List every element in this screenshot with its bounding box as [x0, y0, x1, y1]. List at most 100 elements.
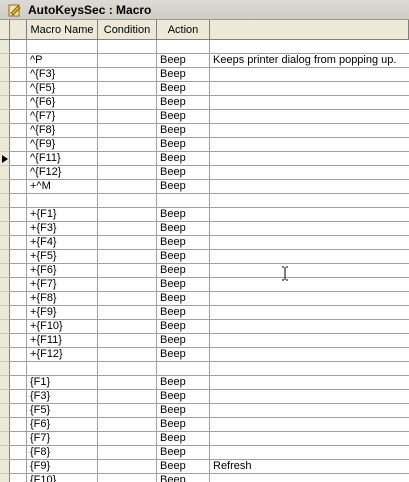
macro-row[interactable]: +{F1} Beep	[0, 208, 409, 222]
row-selector[interactable]	[0, 110, 10, 124]
action-cell[interactable]: Beep	[157, 334, 210, 348]
action-cell[interactable]: Beep	[157, 54, 210, 68]
action-cell[interactable]: Beep	[157, 432, 210, 446]
comment-cell[interactable]	[210, 432, 409, 446]
comment-cell[interactable]	[210, 306, 409, 320]
comment-cell[interactable]	[210, 96, 409, 110]
row-selector[interactable]	[0, 320, 10, 334]
row-selector[interactable]	[0, 166, 10, 180]
comment-cell[interactable]	[210, 278, 409, 292]
macro-row[interactable]: +{F5} Beep	[0, 250, 409, 264]
condition-cell[interactable]	[98, 68, 157, 82]
row-selector[interactable]	[0, 376, 10, 390]
comment-cell[interactable]	[210, 180, 409, 194]
comment-cell[interactable]	[210, 474, 409, 482]
row-selector[interactable]	[0, 180, 10, 194]
comment-cell[interactable]	[210, 250, 409, 264]
comment-cell[interactable]	[210, 68, 409, 82]
condition-cell[interactable]	[98, 390, 157, 404]
macro-row[interactable]: {F5} Beep	[0, 404, 409, 418]
macro-name-cell[interactable]: {F1}	[27, 376, 98, 390]
column-header-comment[interactable]	[210, 20, 409, 40]
row-selector[interactable]	[0, 152, 10, 166]
comment-cell[interactable]	[210, 292, 409, 306]
row-selector[interactable]	[0, 474, 10, 482]
comment-cell[interactable]	[210, 40, 409, 54]
action-cell[interactable]: Beep	[157, 250, 210, 264]
comment-cell[interactable]	[210, 124, 409, 138]
action-cell[interactable]: Beep	[157, 418, 210, 432]
condition-cell[interactable]	[98, 474, 157, 482]
comment-cell[interactable]	[210, 152, 409, 166]
action-cell[interactable]	[157, 194, 210, 208]
macro-row[interactable]: +{F4} Beep	[0, 236, 409, 250]
condition-cell[interactable]	[98, 460, 157, 474]
row-selector[interactable]	[0, 68, 10, 82]
comment-cell[interactable]	[210, 236, 409, 250]
action-cell[interactable]: Beep	[157, 292, 210, 306]
macro-name-cell[interactable]: +{F12}	[27, 348, 98, 362]
row-selector[interactable]	[0, 278, 10, 292]
action-cell[interactable]: Beep	[157, 278, 210, 292]
comment-cell[interactable]	[210, 208, 409, 222]
action-cell[interactable]: Beep	[157, 222, 210, 236]
macro-row[interactable]: +{F12} Beep	[0, 348, 409, 362]
action-cell[interactable]: Beep	[157, 306, 210, 320]
macro-row[interactable]: +{F11} Beep	[0, 334, 409, 348]
comment-cell[interactable]	[210, 334, 409, 348]
comment-cell[interactable]	[210, 404, 409, 418]
action-cell[interactable]: Beep	[157, 124, 210, 138]
comment-cell[interactable]	[210, 376, 409, 390]
condition-cell[interactable]	[98, 404, 157, 418]
macro-row[interactable]: {F7} Beep	[0, 432, 409, 446]
row-selector[interactable]	[0, 250, 10, 264]
condition-cell[interactable]	[98, 236, 157, 250]
action-cell[interactable]: Beep	[157, 404, 210, 418]
action-cell[interactable]: Beep	[157, 236, 210, 250]
comment-cell[interactable]	[210, 166, 409, 180]
macro-name-cell[interactable]: ^{F3}	[27, 68, 98, 82]
column-header-condition[interactable]: Condition	[98, 20, 157, 40]
condition-cell[interactable]	[98, 194, 157, 208]
row-selector[interactable]	[0, 264, 10, 278]
macro-name-cell[interactable]: +{F9}	[27, 306, 98, 320]
macro-name-cell[interactable]	[27, 194, 98, 208]
condition-cell[interactable]	[98, 124, 157, 138]
row-selector[interactable]	[0, 54, 10, 68]
condition-cell[interactable]	[98, 208, 157, 222]
row-selector[interactable]	[0, 222, 10, 236]
row-selector[interactable]	[0, 306, 10, 320]
row-selector[interactable]	[0, 334, 10, 348]
macro-row[interactable]: ^{F7} Beep	[0, 110, 409, 124]
comment-cell[interactable]	[210, 222, 409, 236]
macro-row[interactable]: +{F8} Beep	[0, 292, 409, 306]
row-selector[interactable]	[0, 124, 10, 138]
row-selector[interactable]	[0, 138, 10, 152]
macro-name-cell[interactable]: ^{F6}	[27, 96, 98, 110]
macro-name-cell[interactable]: +{F8}	[27, 292, 98, 306]
condition-cell[interactable]	[98, 110, 157, 124]
macro-name-cell[interactable]: {F3}	[27, 390, 98, 404]
action-cell[interactable]	[157, 40, 210, 54]
macro-grid[interactable]: Macro Name Condition Action ^P Beep Keeps …	[0, 20, 409, 482]
condition-cell[interactable]	[98, 166, 157, 180]
comment-cell[interactable]	[210, 264, 409, 278]
row-selector[interactable]	[0, 418, 10, 432]
action-cell[interactable]: Beep	[157, 152, 210, 166]
macro-name-cell[interactable]: ^{F8}	[27, 124, 98, 138]
row-selector[interactable]	[0, 390, 10, 404]
comment-cell[interactable]	[210, 138, 409, 152]
macro-row[interactable]: {F1} Beep	[0, 376, 409, 390]
macro-row[interactable]: ^{F9} Beep	[0, 138, 409, 152]
action-cell[interactable]: Beep	[157, 348, 210, 362]
macro-name-cell[interactable]	[27, 40, 98, 54]
condition-cell[interactable]	[98, 138, 157, 152]
macro-name-cell[interactable]: +{F7}	[27, 278, 98, 292]
row-selector[interactable]	[0, 362, 10, 376]
comment-cell[interactable]	[210, 320, 409, 334]
comment-cell[interactable]	[210, 82, 409, 96]
macro-row[interactable]: +{F3} Beep	[0, 222, 409, 236]
condition-cell[interactable]	[98, 418, 157, 432]
macro-row[interactable]: +^M Beep	[0, 180, 409, 194]
row-selector[interactable]	[0, 292, 10, 306]
